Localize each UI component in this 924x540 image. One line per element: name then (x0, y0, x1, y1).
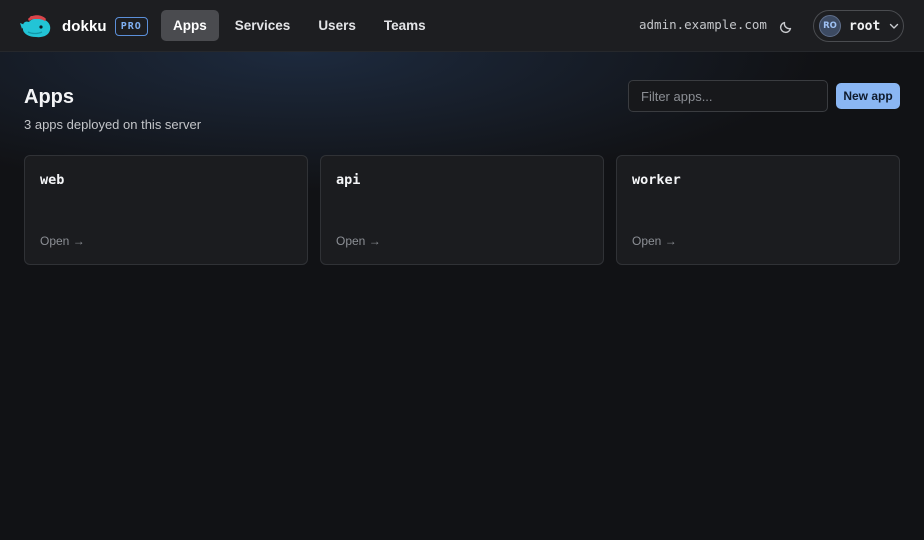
page-title: Apps (24, 86, 74, 108)
pro-badge: PRO (114, 16, 148, 36)
chevron-down-icon (890, 23, 899, 29)
open-link[interactable]: Open → (40, 234, 85, 248)
nav-item-apps[interactable]: Apps (161, 10, 219, 41)
open-link[interactable]: Open → (336, 234, 381, 248)
app-card-web[interactable]: web Open → (24, 155, 308, 265)
app-card-worker[interactable]: worker Open → (616, 155, 900, 265)
nav-item-users[interactable]: Users (306, 10, 368, 41)
app-name: web (40, 172, 65, 188)
app-card-api[interactable]: api Open → (320, 155, 604, 265)
filter-apps-input[interactable] (628, 80, 828, 112)
new-app-button[interactable]: New app (836, 83, 900, 109)
moon-icon[interactable] (778, 17, 796, 35)
brand-name: dokku (62, 17, 107, 35)
server-host: admin.example.com (639, 17, 767, 32)
open-link[interactable]: Open → (632, 234, 677, 248)
user-name: root (849, 18, 881, 34)
app-name: api (336, 172, 361, 188)
nav-item-teams[interactable]: Teams (372, 10, 438, 41)
page-subtitle: 3 apps deployed on this server (24, 117, 202, 132)
brand[interactable]: dokku PRO (20, 13, 148, 39)
main-nav: Apps Services Users Teams (161, 10, 442, 41)
nav-item-services[interactable]: Services (223, 10, 303, 41)
user-menu-button[interactable]: RO root (813, 10, 904, 42)
avatar: RO (819, 15, 841, 37)
top-navbar: dokku PRO Apps Services Users Teams admi… (0, 0, 924, 52)
dokku-whale-logo-icon (20, 15, 51, 38)
app-name: worker (632, 172, 681, 188)
